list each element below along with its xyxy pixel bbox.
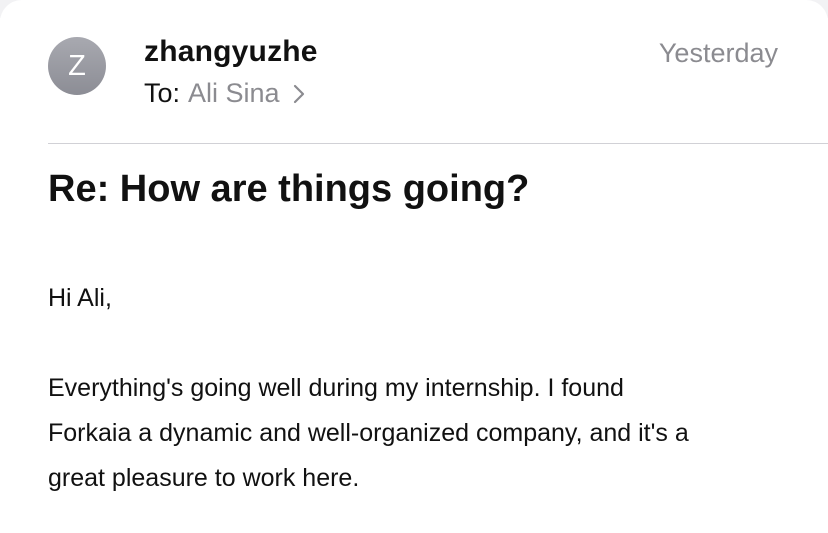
body-paragraph: Everything's going well during my intern… (48, 366, 788, 501)
body-line: great pleasure to work here. (48, 464, 360, 492)
header-divider (48, 143, 828, 144)
to-label: To: (144, 78, 181, 108)
sender-name[interactable]: zhangyuzhe (144, 35, 318, 69)
message-body: Hi Ali, Everything's going well during m… (48, 276, 788, 501)
recipient-name[interactable]: Ali Sina (188, 78, 280, 109)
recipient-row[interactable]: To: Ali Sina (144, 78, 308, 109)
message-header: Z zhangyuzhe Yesterday To: Ali Sina (0, 0, 828, 143)
body-greeting: Hi Ali, (48, 284, 112, 312)
message-date: Yesterday (658, 38, 778, 68)
body-line: Forkaia a dynamic and well-organized com… (48, 419, 689, 447)
body-line: Everything's going well during my intern… (48, 374, 624, 402)
avatar-initial: Z (68, 49, 86, 82)
message-subject: Re: How are things going? (48, 168, 530, 210)
email-view: Z zhangyuzhe Yesterday To: Ali Sina Re: … (0, 0, 828, 533)
sender-avatar[interactable]: Z (48, 37, 106, 95)
chevron-right-icon[interactable] (290, 83, 308, 105)
